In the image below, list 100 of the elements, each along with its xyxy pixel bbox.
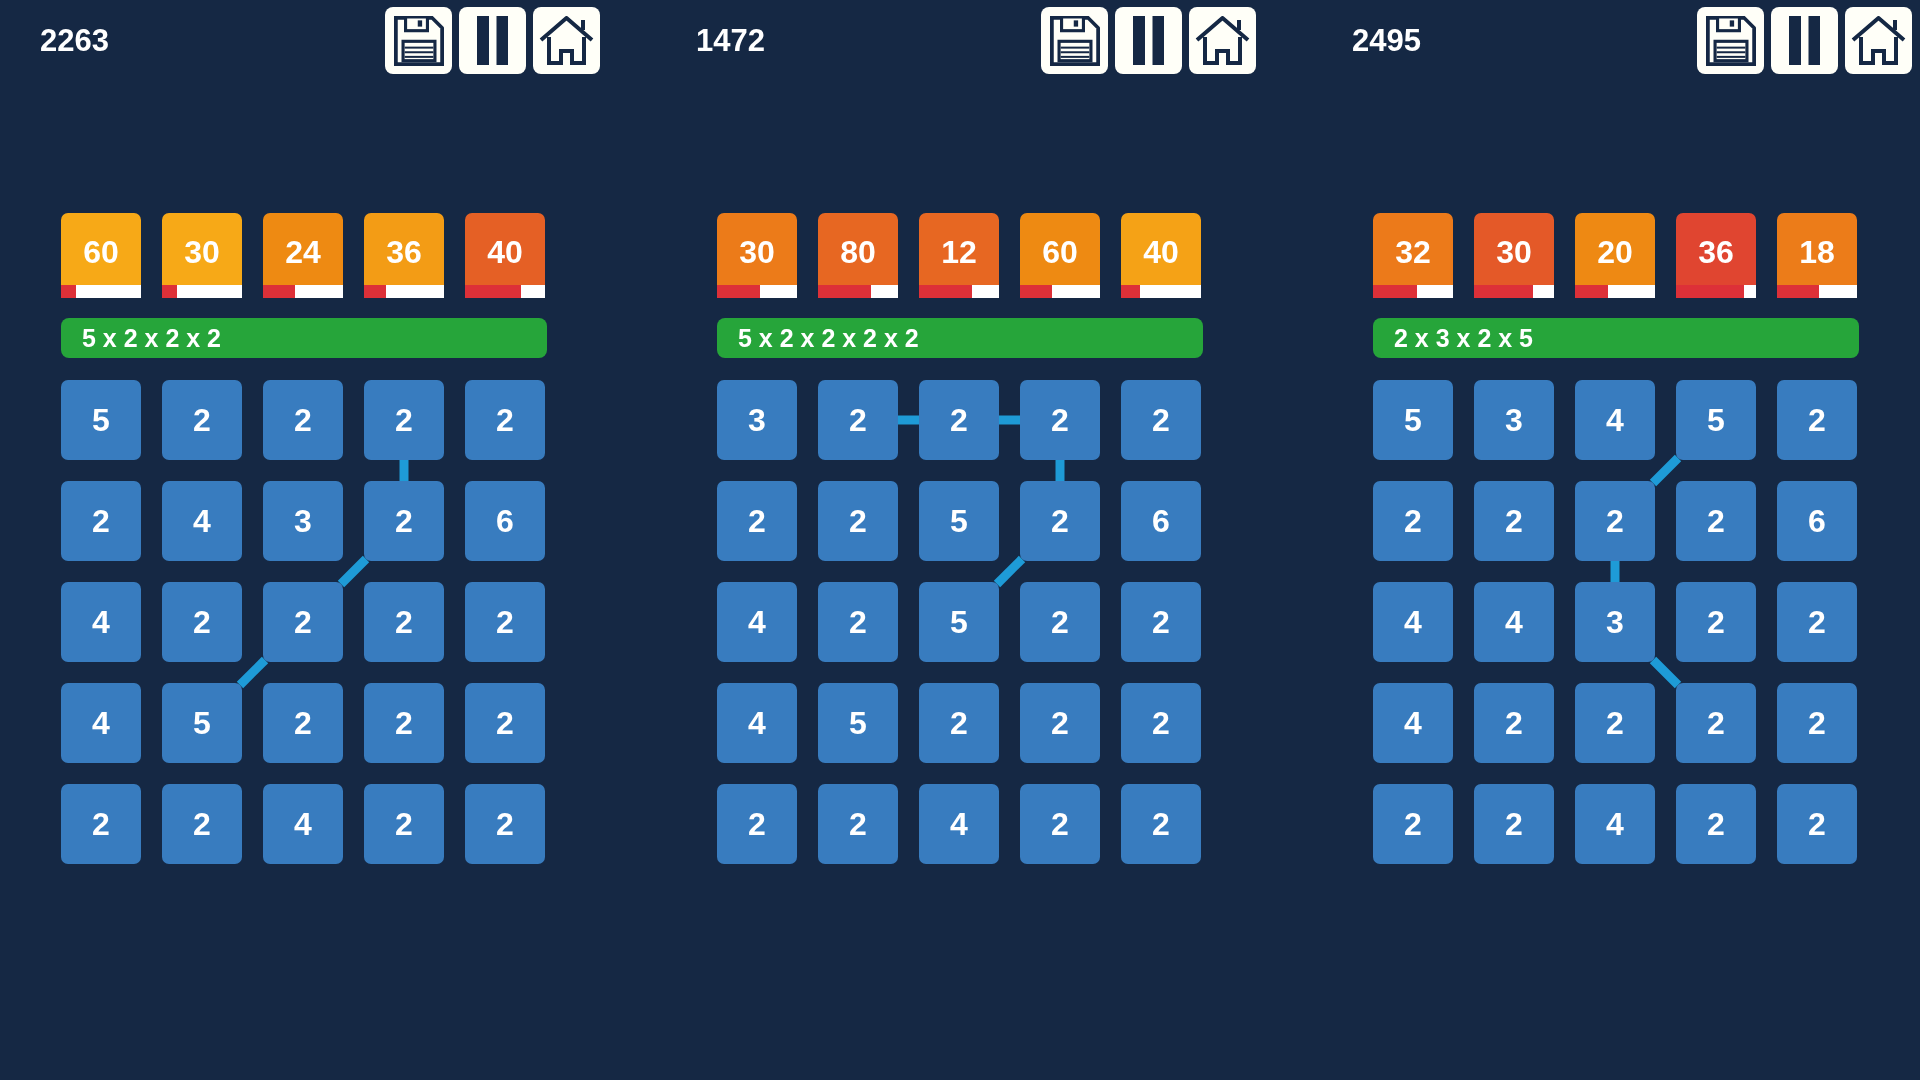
pause-button[interactable]	[459, 7, 526, 74]
number-tile[interactable]: 2	[263, 582, 343, 662]
target-number: 30	[1496, 236, 1532, 268]
number-tile[interactable]: 2	[1121, 380, 1201, 460]
target-number: 32	[1395, 236, 1431, 268]
number-tile[interactable]: 2	[1575, 683, 1655, 763]
number-tile[interactable]: 2	[61, 481, 141, 561]
number-tile[interactable]: 2	[1676, 683, 1756, 763]
number-tile[interactable]: 2	[1020, 683, 1100, 763]
number-tile[interactable]: 4	[162, 481, 242, 561]
save-button[interactable]	[385, 7, 452, 74]
number-tile[interactable]: 2	[1474, 784, 1554, 864]
target-number: 12	[941, 236, 977, 268]
number-tile[interactable]: 2	[61, 784, 141, 864]
number-tile[interactable]: 6	[465, 481, 545, 561]
number-tile[interactable]: 3	[1474, 380, 1554, 460]
number-tile[interactable]: 2	[1121, 683, 1201, 763]
pause-icon	[1789, 16, 1820, 65]
number-tile[interactable]: 2	[1474, 683, 1554, 763]
number-tile[interactable]: 2	[1777, 380, 1857, 460]
number-tile[interactable]: 4	[1373, 582, 1453, 662]
number-tile[interactable]: 2	[1020, 380, 1100, 460]
number-tile[interactable]: 2	[162, 784, 242, 864]
number-tile[interactable]: 2	[1777, 784, 1857, 864]
product-formula-banner: 5 x 2 x 2 x 2 x 2	[717, 318, 1203, 358]
number-tile[interactable]: 5	[1373, 380, 1453, 460]
number-tile[interactable]: 2	[162, 582, 242, 662]
number-tile[interactable]: 4	[263, 784, 343, 864]
target-number: 40	[487, 236, 523, 268]
number-tile[interactable]: 4	[919, 784, 999, 864]
number-tile[interactable]: 2	[1676, 784, 1756, 864]
number-tile[interactable]: 3	[263, 481, 343, 561]
number-tile[interactable]: 2	[364, 380, 444, 460]
number-tile[interactable]: 4	[1474, 582, 1554, 662]
home-button[interactable]	[533, 7, 600, 74]
number-tile[interactable]: 2	[1777, 582, 1857, 662]
home-button[interactable]	[1189, 7, 1256, 74]
number-tile[interactable]: 2	[818, 481, 898, 561]
number-tile[interactable]: 2	[1020, 784, 1100, 864]
number-tile[interactable]: 2	[717, 481, 797, 561]
number-tile[interactable]: 2	[717, 784, 797, 864]
number-tile[interactable]: 2	[1020, 481, 1100, 561]
number-tile[interactable]: 2	[1020, 582, 1100, 662]
number-tile[interactable]: 2	[1121, 582, 1201, 662]
number-tile[interactable]: 4	[717, 683, 797, 763]
number-tile[interactable]: 6	[1121, 481, 1201, 561]
number-tile[interactable]: 5	[919, 481, 999, 561]
number-tile[interactable]: 2	[1373, 784, 1453, 864]
number-tile[interactable]: 5	[162, 683, 242, 763]
pause-button[interactable]	[1771, 7, 1838, 74]
number-tile[interactable]: 2	[364, 582, 444, 662]
number-tile[interactable]: 2	[465, 784, 545, 864]
number-tile[interactable]: 2	[364, 784, 444, 864]
product-formula-banner: 2 x 3 x 2 x 5	[1373, 318, 1859, 358]
target-number: 36	[386, 236, 422, 268]
number-tile[interactable]: 4	[1575, 380, 1655, 460]
number-tile[interactable]: 4	[61, 683, 141, 763]
number-tile[interactable]: 2	[1777, 683, 1857, 763]
number-tile[interactable]: 2	[162, 380, 242, 460]
number-tile[interactable]: 4	[717, 582, 797, 662]
number-tile[interactable]: 2	[818, 380, 898, 460]
number-tile[interactable]: 4	[1575, 784, 1655, 864]
number-tile[interactable]: 5	[919, 582, 999, 662]
save-button[interactable]	[1041, 7, 1108, 74]
number-tile[interactable]: 2	[818, 582, 898, 662]
number-tile[interactable]: 2	[1121, 784, 1201, 864]
number-tile[interactable]: 4	[1373, 683, 1453, 763]
number-tile[interactable]: 3	[1575, 582, 1655, 662]
number-tile[interactable]: 2	[364, 481, 444, 561]
pause-button[interactable]	[1115, 7, 1182, 74]
number-tile[interactable]: 2	[1474, 481, 1554, 561]
number-tile[interactable]: 2	[465, 582, 545, 662]
number-tile[interactable]: 5	[818, 683, 898, 763]
number-tile[interactable]: 2	[1676, 582, 1756, 662]
number-tile[interactable]: 3	[717, 380, 797, 460]
number-tile[interactable]: 2	[465, 380, 545, 460]
number-tile[interactable]: 5	[1676, 380, 1756, 460]
pause-icon	[477, 16, 508, 65]
number-tile[interactable]: 2	[263, 683, 343, 763]
home-icon	[1195, 16, 1250, 65]
number-tile[interactable]: 4	[61, 582, 141, 662]
target-number: 24	[285, 236, 321, 268]
number-tile[interactable]: 2	[1676, 481, 1756, 561]
number-tile[interactable]: 2	[263, 380, 343, 460]
number-tile[interactable]: 2	[818, 784, 898, 864]
target-number: 30	[184, 236, 220, 268]
home-icon	[1851, 16, 1906, 65]
number-tile[interactable]: 2	[465, 683, 545, 763]
target-number: 60	[1042, 236, 1078, 268]
save-button[interactable]	[1697, 7, 1764, 74]
number-tile[interactable]: 2	[919, 380, 999, 460]
home-icon	[539, 16, 594, 65]
number-tile[interactable]: 2	[919, 683, 999, 763]
number-tile[interactable]: 5	[61, 380, 141, 460]
number-tile[interactable]: 2	[364, 683, 444, 763]
target-number: 60	[83, 236, 119, 268]
number-tile[interactable]: 2	[1373, 481, 1453, 561]
number-tile[interactable]: 6	[1777, 481, 1857, 561]
number-tile[interactable]: 2	[1575, 481, 1655, 561]
home-button[interactable]	[1845, 7, 1912, 74]
